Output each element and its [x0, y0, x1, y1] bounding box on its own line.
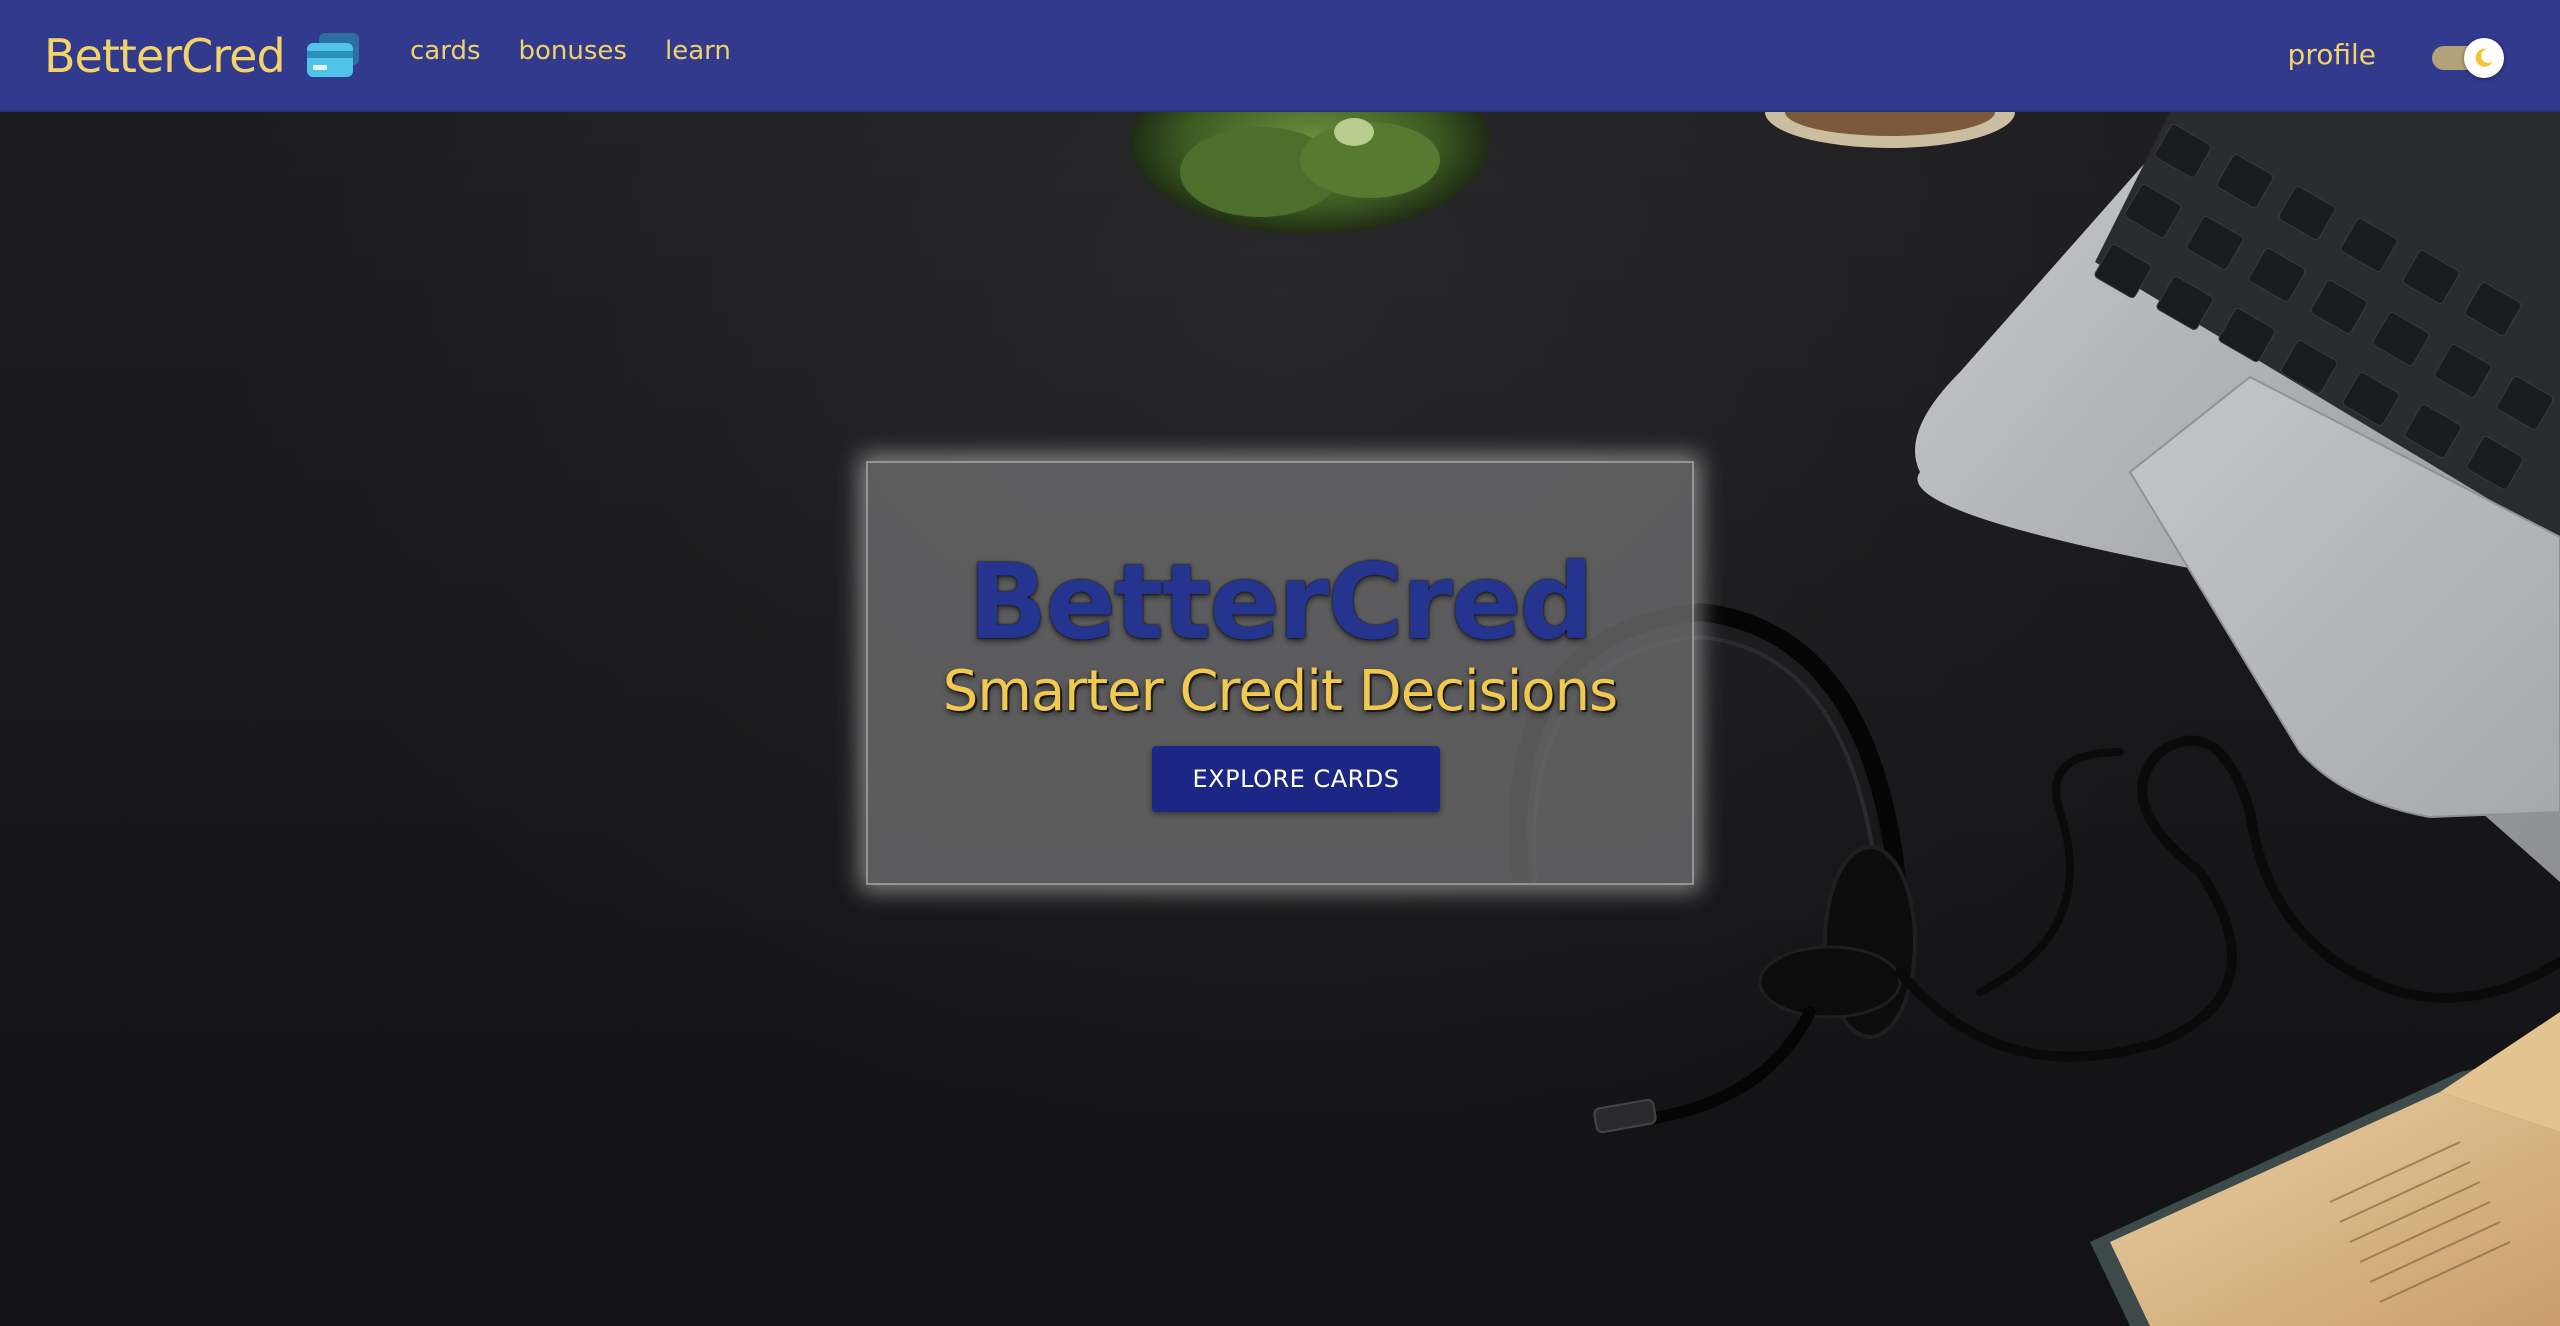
toggle-knob: [2464, 38, 2504, 78]
brand-name: BetterCred: [44, 29, 286, 83]
cup-decoration: [1765, 112, 2015, 148]
laptop-decoration: [1915, 112, 2560, 882]
brand-link[interactable]: BetterCred: [44, 24, 361, 88]
nav-link-cards[interactable]: cards: [410, 36, 481, 66]
book-decoration: [2090, 1012, 2560, 1326]
hero-title: BetterCred: [968, 541, 1594, 663]
moon-icon: [2475, 48, 2493, 67]
plant-decoration: [1130, 112, 1490, 234]
hero-subtitle: Smarter Credit Decisions: [942, 659, 1618, 724]
nav-link-learn[interactable]: learn: [665, 36, 731, 66]
profile-link[interactable]: profile: [2288, 38, 2376, 71]
explore-cards-button[interactable]: EXPLORE CARDS: [1152, 746, 1440, 812]
hero-card: BetterCred Smarter Credit Decisions EXPL…: [866, 461, 1694, 885]
nav-link-bonuses[interactable]: bonuses: [519, 36, 627, 66]
nav-links: cards bonuses learn: [410, 36, 769, 66]
credit-card-logo-icon: [305, 31, 361, 81]
theme-toggle[interactable]: [2432, 38, 2504, 78]
top-navbar: BetterCred cards bonuses learn profile: [0, 0, 2560, 112]
